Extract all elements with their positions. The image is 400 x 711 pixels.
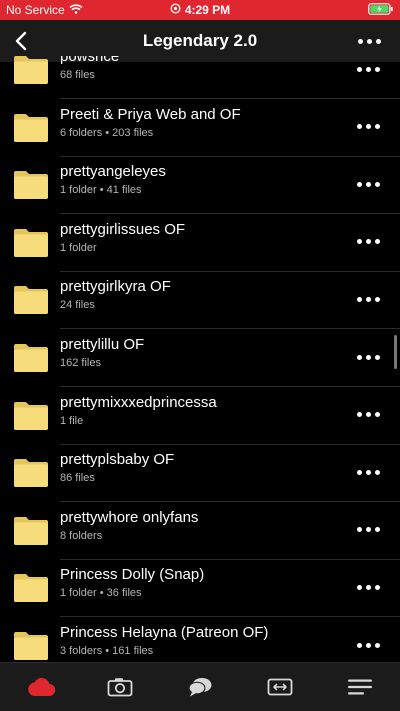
- ellipsis-icon: [356, 469, 380, 475]
- folder-more-button[interactable]: [354, 520, 382, 540]
- folder-icon: [13, 283, 49, 315]
- folder-row[interactable]: prettyangeleyes 1 folder • 41 files: [0, 156, 400, 215]
- folder-meta: 1 file: [60, 414, 84, 427]
- tab-cloud[interactable]: [21, 673, 61, 701]
- folder-icon: [13, 226, 49, 258]
- ellipsis-icon: [356, 412, 380, 418]
- status-bar-center: 4:29 PM: [0, 3, 400, 17]
- folder-row[interactable]: powsrice 68 files: [0, 56, 400, 99]
- folder-name: powsrice: [60, 56, 120, 65]
- folder-meta: 1 folder: [60, 241, 97, 254]
- scrollbar[interactable]: [394, 335, 397, 369]
- folder-meta: 6 folders • 203 files: [60, 126, 154, 139]
- folder-more-button[interactable]: [354, 289, 382, 309]
- status-bar: No Service 4:29 PM: [0, 0, 400, 20]
- folder-row[interactable]: Princess Helayna (Patreon OF) 3 folders •…: [0, 617, 400, 663]
- tab-menu[interactable]: [340, 673, 380, 701]
- folder-meta: 8 folders: [60, 529, 103, 542]
- folder-icon: [13, 341, 49, 373]
- ellipsis-icon: [356, 181, 380, 187]
- battery-charging-icon: [368, 3, 394, 18]
- folder-meta: 86 files: [60, 472, 95, 485]
- folder-more-button[interactable]: [354, 232, 382, 252]
- page-title: Legendary 2.0: [142, 31, 258, 50]
- folder-row[interactable]: prettylillu OF 162 files: [0, 329, 400, 387]
- folder-name: prettymixxxedprincessa: [60, 393, 217, 411]
- ellipsis-icon: [356, 584, 380, 590]
- clock-time: 4:29 PM: [184, 3, 231, 17]
- folder-icon: [13, 56, 49, 85]
- folder-name: prettylillu OF: [60, 336, 145, 353]
- folder-more-button[interactable]: [354, 405, 382, 425]
- folder-meta: 68 files: [60, 69, 95, 81]
- folder-more-button[interactable]: [354, 174, 382, 194]
- folder-more-button[interactable]: [354, 59, 382, 79]
- folder-icon: [13, 571, 49, 603]
- folder-name: prettygirlkyra OF: [60, 278, 171, 296]
- more-options-button[interactable]: [354, 30, 384, 52]
- folder-meta: 1 folder • 36 files: [60, 587, 142, 600]
- cloud-icon: [28, 677, 56, 697]
- ellipsis-icon: [357, 38, 381, 44]
- folder-row[interactable]: prettymixxxedprincessa 1 file: [0, 387, 400, 445]
- alarm-icon: [170, 3, 181, 17]
- ellipsis-icon: [356, 296, 380, 302]
- folder-meta: 1 folder • 41 files: [60, 184, 142, 197]
- folder-meta: 3 folders • 161 files: [60, 645, 154, 657]
- folder-row[interactable]: Preeti & Priya Web and OF 6 folders • 203…: [0, 99, 400, 157]
- folder-more-button[interactable]: [354, 635, 382, 655]
- folder-name: prettygirlissues OF: [60, 220, 186, 238]
- folder-meta: 162 files: [60, 357, 101, 369]
- folder-name: prettywhore onlyfans: [60, 508, 199, 526]
- menu-icon: [348, 679, 372, 695]
- ellipsis-icon: [356, 124, 380, 130]
- folder-more-button[interactable]: [354, 577, 382, 597]
- folder-icon: [13, 629, 49, 661]
- ellipsis-icon: [356, 642, 380, 648]
- folder-icon: [13, 399, 49, 431]
- folder-row[interactable]: prettywhore onlyfans 8 folders: [0, 502, 400, 560]
- folder-row[interactable]: prettyplsbaby OF 86 files: [0, 444, 400, 503]
- folder-meta: 24 files: [60, 299, 95, 312]
- folder-row[interactable]: prettygirlkyra OF 24 files: [0, 271, 400, 330]
- ellipsis-icon: [356, 239, 380, 245]
- tab-camera[interactable]: [100, 673, 140, 701]
- folder-more-button[interactable]: [354, 117, 382, 137]
- folder-list[interactable]: powsrice 68 files Preeti & Priya Web and O…: [0, 56, 400, 663]
- tab-transfer[interactable]: [260, 673, 300, 701]
- folder-icon: [13, 111, 49, 143]
- chat-icon: [188, 678, 212, 697]
- camera-icon: [107, 678, 133, 697]
- ellipsis-icon: [356, 66, 380, 72]
- folder-name: prettyangeleyes: [60, 163, 166, 181]
- folder-row[interactable]: Princess Dolly (Snap) 1 folder • 36 files: [0, 559, 400, 618]
- folder-name: prettyplsbaby OF: [60, 451, 175, 469]
- folder-more-button[interactable]: [354, 462, 382, 482]
- transfer-icon: [267, 678, 293, 696]
- folder-name: Princess Helayna (Patreon OF): [60, 624, 269, 641]
- folder-name: Preeti & Priya Web and OF: [60, 105, 241, 123]
- folder-icon: [13, 168, 49, 200]
- ellipsis-icon: [356, 354, 380, 360]
- folder-more-button[interactable]: [354, 347, 382, 367]
- folder-row[interactable]: prettygirlissues OF 1 folder: [0, 214, 400, 272]
- ellipsis-icon: [356, 527, 380, 533]
- folder-name: Princess Dolly (Snap): [60, 566, 205, 584]
- tab-bar: [0, 662, 400, 711]
- folder-icon: [13, 456, 49, 488]
- tab-chat[interactable]: [180, 673, 220, 701]
- folder-icon: [13, 514, 49, 546]
